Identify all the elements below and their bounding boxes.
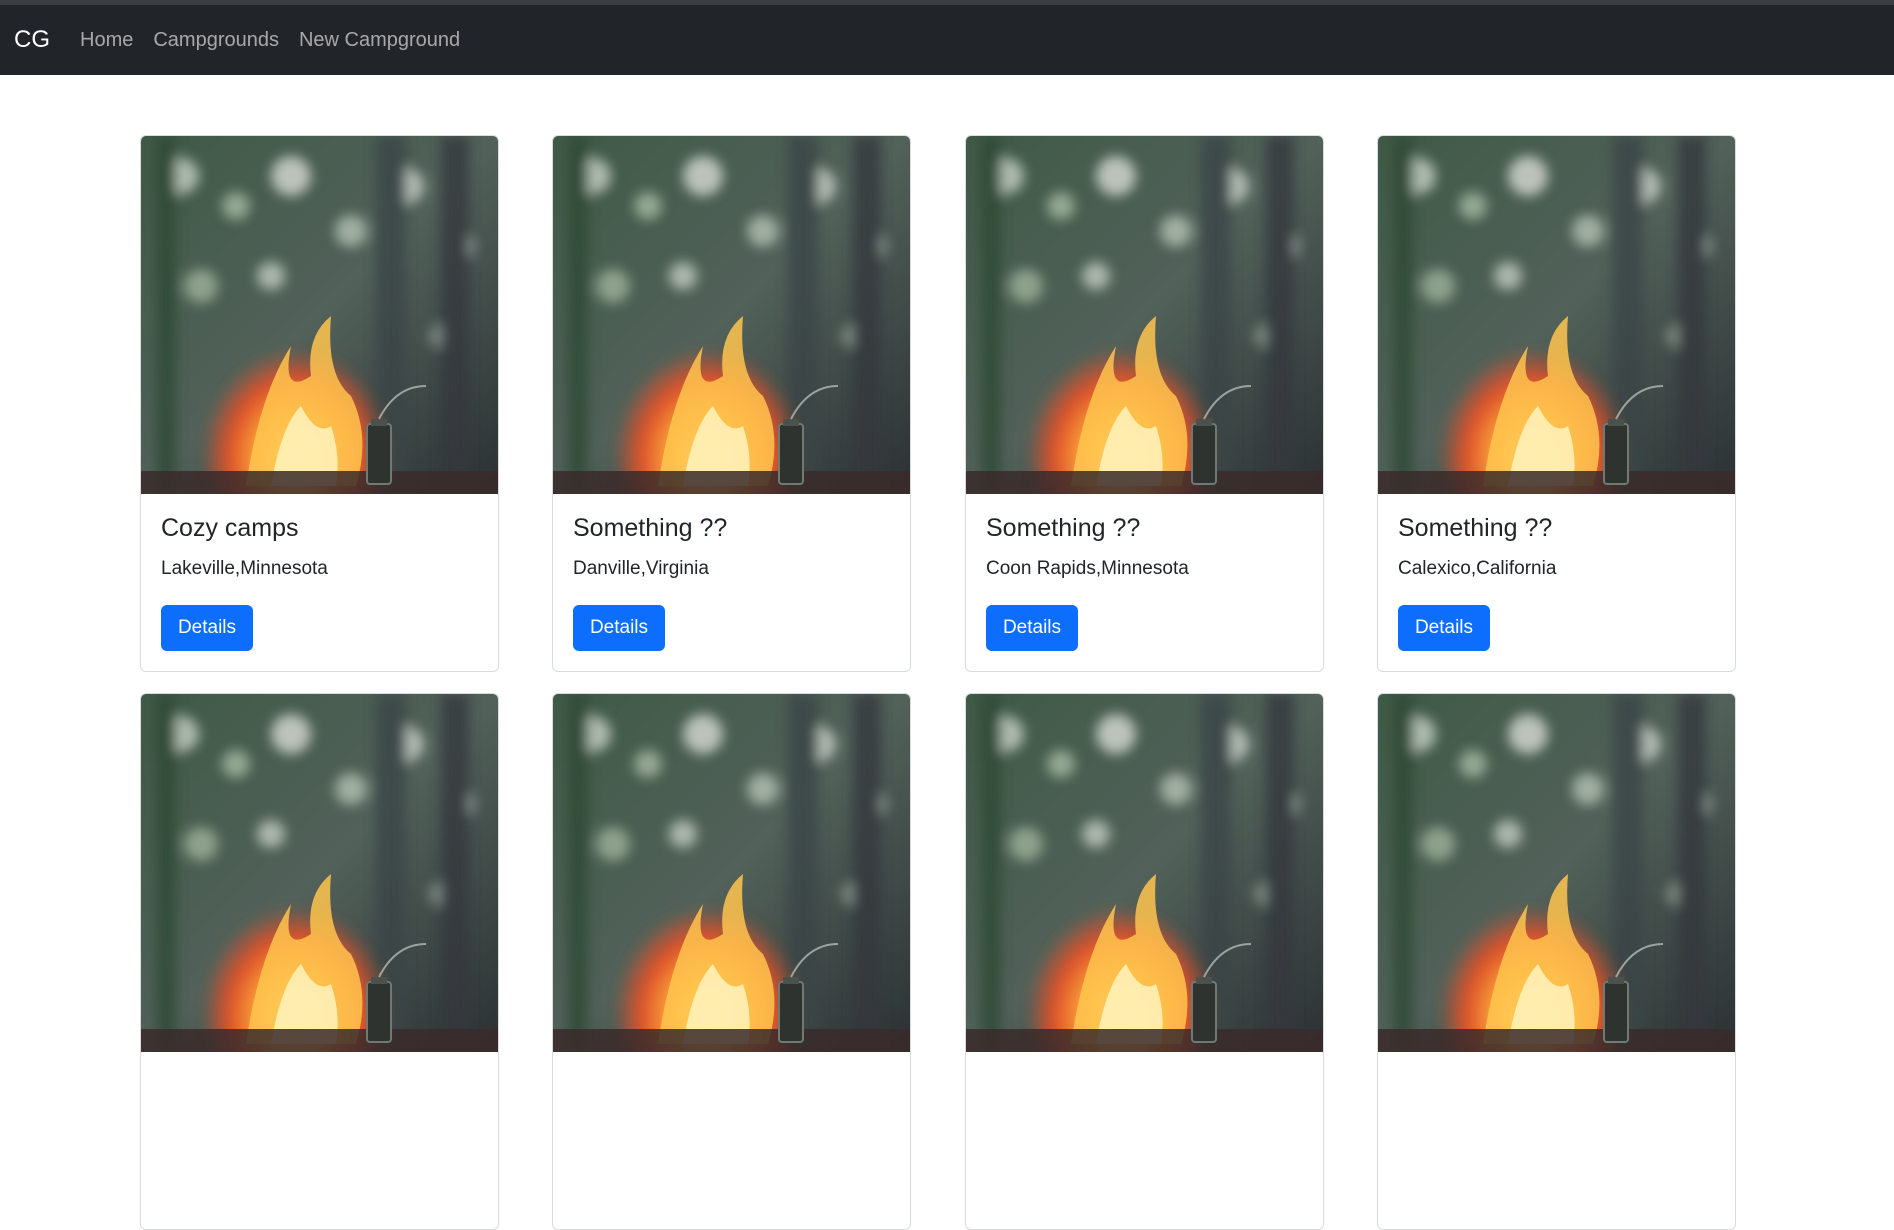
campground-card: [965, 693, 1324, 1230]
details-button[interactable]: Details: [986, 605, 1078, 651]
campground-image: [141, 694, 498, 1052]
card-title: Something ??: [986, 514, 1141, 542]
campground-image: [1378, 694, 1735, 1052]
campground-card: [1377, 693, 1736, 1230]
nav-link-campgrounds[interactable]: Campgrounds: [153, 29, 279, 52]
navbar: CG Home Campgrounds New Campground: [0, 5, 1894, 75]
campground-card: [552, 693, 911, 1230]
campground-card: Cozy camps Lakeville,Minnesota Details: [140, 135, 499, 672]
card-location: Coon Rapids,Minnesota: [986, 558, 1189, 579]
card-location: Calexico,California: [1398, 558, 1557, 579]
campground-card: [140, 693, 499, 1230]
campground-image: [553, 694, 910, 1052]
details-button[interactable]: Details: [573, 605, 665, 651]
card-title: Something ??: [573, 514, 728, 542]
campground-image: [553, 136, 910, 494]
brand-logo[interactable]: CG: [14, 26, 50, 54]
card-title: Something ??: [1398, 514, 1553, 542]
details-button[interactable]: Details: [161, 605, 253, 651]
details-button[interactable]: Details: [1398, 605, 1490, 651]
campground-image: [966, 136, 1323, 494]
nav-link-home[interactable]: Home: [80, 29, 133, 52]
card-location: Danville,Virginia: [573, 558, 709, 579]
campground-card: Something ?? Coon Rapids,Minnesota Detai…: [965, 135, 1324, 672]
campground-card: Something ?? Danville,Virginia Details: [552, 135, 911, 672]
card-location: Lakeville,Minnesota: [161, 558, 328, 579]
campground-card: Something ?? Calexico,California Details: [1377, 135, 1736, 672]
campground-image: [141, 136, 498, 494]
campground-image: [966, 694, 1323, 1052]
nav-link-new-campground[interactable]: New Campground: [299, 29, 460, 52]
campground-image: [1378, 136, 1735, 494]
card-title: Cozy camps: [161, 514, 299, 542]
